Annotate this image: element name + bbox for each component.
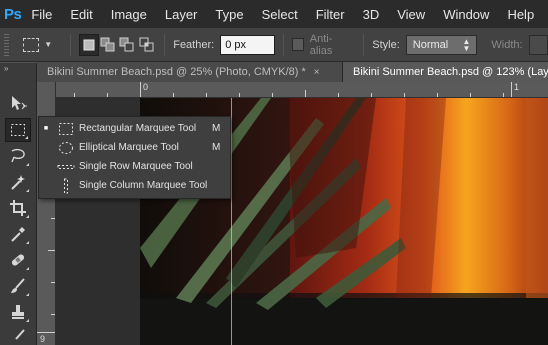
shortcut-key: M <box>212 123 221 134</box>
history-brush-tool[interactable] <box>5 325 31 345</box>
eyedropper-icon <box>11 227 25 242</box>
marquee-preset-icon <box>23 37 40 52</box>
tool-group-indicator <box>25 136 28 139</box>
intersect-selection-icon <box>139 37 154 51</box>
move-tool[interactable] <box>5 91 31 115</box>
clone-stamp-tool[interactable] <box>5 300 31 324</box>
style-select[interactable]: Normal ▲ ▼ <box>405 34 478 55</box>
width-input[interactable] <box>528 34 548 55</box>
document-tab-1[interactable]: Bikini Summer Beach.psd @ 25% (Photo, CM… <box>37 62 343 82</box>
healing-brush-tool[interactable] <box>5 248 31 272</box>
rectangular-marquee-icon <box>11 124 25 136</box>
menu-file[interactable]: File <box>31 7 52 22</box>
ruler-label: 1 <box>514 82 520 92</box>
anti-alias-label: Anti-alias <box>309 32 333 57</box>
divider <box>164 33 166 56</box>
tool-group-indicator <box>26 215 29 218</box>
updown-arrows-icon: ▲ ▼ <box>462 36 471 53</box>
new-selection-icon <box>83 39 95 50</box>
single-row-marquee-icon <box>53 163 79 171</box>
marquee-tools-flyout: ■ Rectangular Marquee Tool M Elliptical … <box>38 116 231 199</box>
close-icon[interactable]: × <box>314 67 320 78</box>
ruler-label: 0 <box>143 82 149 92</box>
tool-group-indicator <box>26 163 29 166</box>
tool-preset-picker[interactable]: ▼ <box>23 37 53 52</box>
menu-select[interactable]: Select <box>262 7 298 22</box>
options-bar-grip[interactable] <box>4 33 10 56</box>
style-label: Style: <box>372 38 400 51</box>
add-to-selection-button[interactable] <box>99 34 118 56</box>
crop-icon <box>10 200 26 216</box>
menu-3d[interactable]: 3D <box>363 7 380 22</box>
photoshop-logo: Ps <box>4 5 22 23</box>
menu-layer[interactable]: Layer <box>165 7 198 22</box>
subtract-selection-icon <box>119 37 134 51</box>
lasso-icon <box>11 148 25 163</box>
menu-bar: Ps File Edit Image Layer Type Select Fil… <box>0 0 548 28</box>
single-column-marquee-menu-item[interactable]: Single Column Marquee Tool <box>39 176 230 195</box>
ruler-label: 9 <box>40 334 46 344</box>
divider <box>363 33 365 56</box>
brush-tool[interactable] <box>5 274 31 298</box>
tool-group-indicator <box>26 241 29 244</box>
document-tab-2[interactable]: Bikini Summer Beach.psd @ 123% (Lay <box>343 62 548 82</box>
menu-image[interactable]: Image <box>111 7 147 22</box>
feather-label: Feather: <box>173 38 215 51</box>
tool-group-indicator <box>26 293 29 296</box>
menu-item-label: Single Column Marquee Tool <box>79 180 208 191</box>
chevron-down-icon: ▼ <box>44 40 53 49</box>
brush-icon <box>11 278 25 293</box>
menu-type[interactable]: Type <box>215 7 243 22</box>
tab-title: Bikini Summer Beach.psd @ 123% (Lay <box>353 66 548 78</box>
tool-group-indicator <box>26 189 29 192</box>
intersect-selection-button[interactable] <box>137 34 156 56</box>
shortcut-key: M <box>212 142 221 153</box>
menu-view[interactable]: View <box>397 7 425 22</box>
tools-panel: » <box>0 63 37 345</box>
options-bar: ▼ Feather: Anti-alias Style: Normal ▲▼ W… <box>0 28 548 62</box>
single-column-marquee-icon <box>53 178 79 194</box>
rectangular-marquee-tool[interactable] <box>5 118 31 142</box>
tool-group-indicator <box>26 319 29 322</box>
feather-input[interactable] <box>220 34 276 55</box>
crop-tool[interactable] <box>5 196 31 220</box>
rectangular-marquee-icon <box>53 122 79 136</box>
menu-item-label: Rectangular Marquee Tool <box>79 123 197 134</box>
menu-filter[interactable]: Filter <box>316 7 345 22</box>
anti-alias-checkbox[interactable] <box>292 38 304 51</box>
vertical-guide[interactable] <box>231 98 232 345</box>
new-selection-button[interactable] <box>79 33 99 56</box>
collapse-panel-icon[interactable]: » <box>0 63 36 75</box>
magic-wand-icon <box>11 175 25 190</box>
eyedropper-tool[interactable] <box>5 222 31 246</box>
magic-wand-tool[interactable] <box>5 170 31 194</box>
tool-group-indicator <box>26 267 29 270</box>
style-select-value: Normal <box>412 38 449 51</box>
elliptical-marquee-icon <box>53 141 79 155</box>
menu-help[interactable]: Help <box>507 7 534 22</box>
stamp-icon <box>12 305 24 319</box>
divider <box>70 33 72 56</box>
menu-item-label: Elliptical Marquee Tool <box>79 142 179 153</box>
ruler-ticks <box>74 82 512 97</box>
menu-window[interactable]: Window <box>443 7 489 22</box>
document-tab-bar: Bikini Summer Beach.psd @ 25% (Photo, CM… <box>37 62 548 82</box>
horizontal-ruler[interactable]: 0 1 <box>56 82 548 98</box>
move-icon <box>12 96 27 110</box>
divider <box>283 33 285 56</box>
width-label: Width: <box>491 38 523 51</box>
elliptical-marquee-menu-item[interactable]: Elliptical Marquee Tool M <box>39 138 230 157</box>
menu-edit[interactable]: Edit <box>70 7 92 22</box>
tab-title: Bikini Summer Beach.psd @ 25% (Photo, CM… <box>47 66 306 78</box>
bandage-icon <box>11 254 25 266</box>
add-selection-icon <box>100 37 115 51</box>
menu-item-label: Single Row Marquee Tool <box>79 161 193 172</box>
subtract-from-selection-button[interactable] <box>118 34 137 56</box>
rectangular-marquee-menu-item[interactable]: ■ Rectangular Marquee Tool M <box>39 119 230 138</box>
lasso-tool[interactable] <box>5 144 31 168</box>
selected-indicator: ■ <box>43 125 49 132</box>
history-brush-icon <box>15 329 25 340</box>
single-row-marquee-menu-item[interactable]: Single Row Marquee Tool <box>39 157 230 176</box>
